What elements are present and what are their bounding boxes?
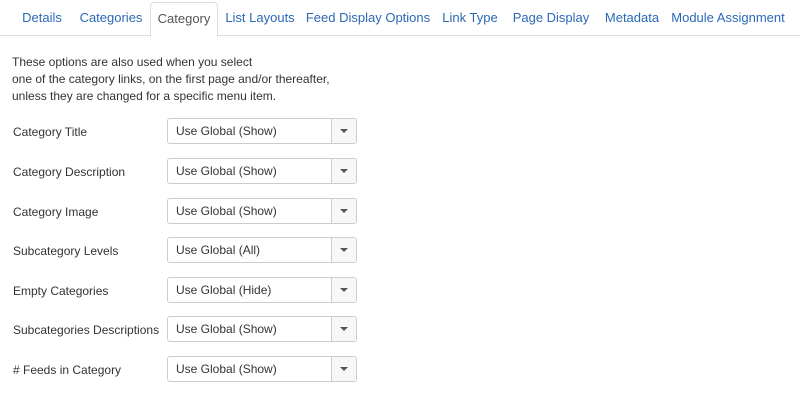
tab-module-assignment[interactable]: Module Assignment <box>668 2 788 36</box>
tab-metadata[interactable]: Metadata <box>596 2 668 36</box>
tab-list-layouts[interactable]: List Layouts <box>218 2 302 36</box>
tab-details[interactable]: Details <box>12 2 72 36</box>
category-image-select[interactable]: Use Global (Show) <box>167 198 357 224</box>
dropdown-button[interactable] <box>331 278 356 302</box>
subcategory-levels-select[interactable]: Use Global (All) <box>167 237 357 263</box>
caret-down-icon <box>340 367 348 371</box>
intro-line-1: These options are also used when you sel… <box>12 55 253 69</box>
tab-bar: Details Categories Category List Layouts… <box>0 0 800 37</box>
subcategory-levels-value: Use Global (All) <box>176 243 261 257</box>
category-title-select[interactable]: Use Global (Show) <box>167 118 357 144</box>
category-image-label: Category Image <box>13 205 99 219</box>
dropdown-button[interactable] <box>331 199 356 223</box>
intro-text: These options are also used when you sel… <box>12 54 412 105</box>
dropdown-button[interactable] <box>331 238 356 262</box>
dropdown-button[interactable] <box>331 357 356 381</box>
dropdown-button[interactable] <box>331 159 356 183</box>
dropdown-button[interactable] <box>331 119 356 143</box>
tab-category[interactable]: Category <box>150 2 218 37</box>
caret-down-icon <box>340 129 348 133</box>
dropdown-button[interactable] <box>331 317 356 341</box>
category-description-value: Use Global (Show) <box>176 164 277 178</box>
tab-page-display[interactable]: Page Display <box>506 2 596 36</box>
category-title-value: Use Global (Show) <box>176 124 277 138</box>
empty-categories-select[interactable]: Use Global (Hide) <box>167 277 357 303</box>
empty-categories-label: Empty Categories <box>13 284 109 298</box>
subcategories-descriptions-select[interactable]: Use Global (Show) <box>167 316 357 342</box>
category-title-label: Category Title <box>13 125 88 139</box>
subcategories-descriptions-label: Subcategories Descriptions <box>13 323 160 337</box>
caret-down-icon <box>340 248 348 252</box>
feeds-in-category-label: # Feeds in Category <box>13 363 122 377</box>
category-image-value: Use Global (Show) <box>176 204 277 218</box>
category-description-select[interactable]: Use Global (Show) <box>167 158 357 184</box>
tab-categories[interactable]: Categories <box>72 2 150 36</box>
subcategory-levels-label: Subcategory Levels <box>13 244 119 258</box>
tab-link-type[interactable]: Link Type <box>434 2 506 36</box>
subcategories-descriptions-value: Use Global (Show) <box>176 322 277 336</box>
feeds-in-category-select[interactable]: Use Global (Show) <box>167 356 357 382</box>
empty-categories-value: Use Global (Hide) <box>176 283 272 297</box>
caret-down-icon <box>340 327 348 331</box>
caret-down-icon <box>340 169 348 173</box>
caret-down-icon <box>340 288 348 292</box>
category-description-label: Category Description <box>13 165 126 179</box>
intro-line-2: one of the category links, on the first … <box>12 72 330 86</box>
intro-line-3: unless they are changed for a specific m… <box>12 89 277 103</box>
tab-feed-display-options[interactable]: Feed Display Options <box>302 2 434 36</box>
caret-down-icon <box>340 209 348 213</box>
feeds-in-category-value: Use Global (Show) <box>176 362 277 376</box>
